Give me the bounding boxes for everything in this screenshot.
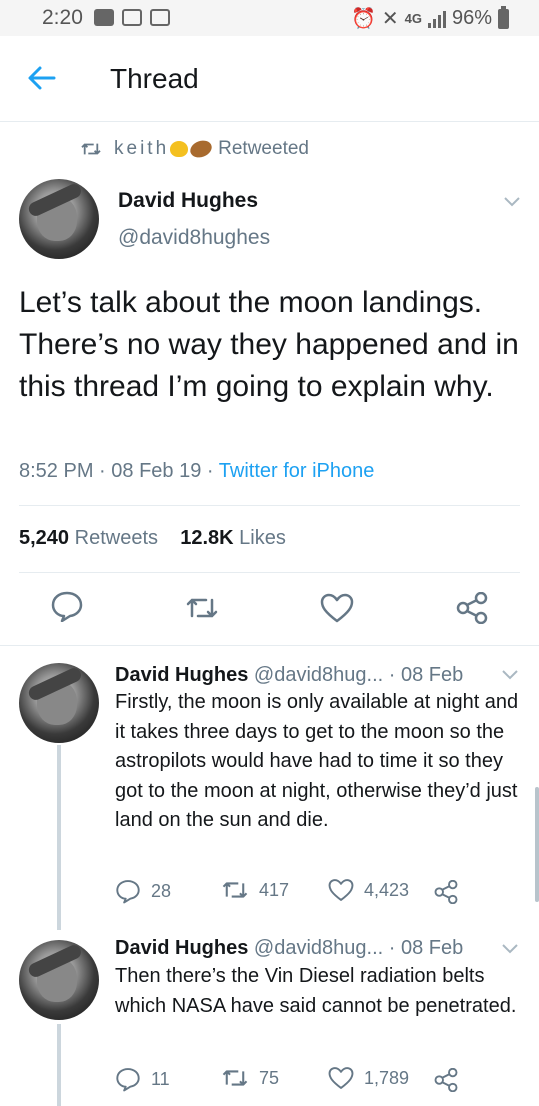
gallery-icon <box>122 9 142 26</box>
like-button[interactable]: 4,423 <box>328 878 409 902</box>
likes-label[interactable]: Likes <box>239 527 286 549</box>
reply-count: 11 <box>151 1068 170 1089</box>
author-handle[interactable]: @david8hug... <box>254 937 383 959</box>
alarm-icon: ⏰ <box>350 8 376 30</box>
thread-connector <box>57 745 61 930</box>
tweet-source-link[interactable]: Twitter for iPhone <box>219 460 375 482</box>
battery-icon <box>498 5 509 29</box>
status-time: 2:20 <box>42 6 83 29</box>
mute-icon: ✕ <box>381 8 399 30</box>
status-bar: 2:20 ⏰ ✕ 4G 96% <box>0 0 539 36</box>
potato-emoji-icon <box>188 137 215 161</box>
avatar[interactable] <box>19 179 99 259</box>
reply-actions: 11 75 1,789 <box>115 1066 535 1096</box>
author-handle[interactable]: @david8hughes <box>118 226 270 250</box>
reply-button[interactable]: 28 <box>115 878 171 904</box>
tweet-stats: 5,240 Retweets 12.8K Likes <box>19 527 286 550</box>
like-icon[interactable] <box>320 592 354 624</box>
reply-header[interactable]: David Hughes @david8hug... · 08 Feb <box>115 937 463 960</box>
reply-icon <box>116 1068 140 1092</box>
like-icon <box>328 879 354 901</box>
tweet-actions <box>0 588 539 628</box>
chick-emoji-icon <box>170 141 189 157</box>
like-icon <box>328 1067 354 1089</box>
tweet-text: Let’s talk about the moon landings. Ther… <box>19 286 519 403</box>
tweet-meta: 8:52 PM · 08 Feb 19 · Twitter for iPhone <box>19 460 375 482</box>
retweet-button[interactable]: 75 <box>221 1066 279 1090</box>
reply-icon <box>116 880 140 904</box>
reply-date: · 08 Feb <box>388 664 464 686</box>
reply-button[interactable]: 11 <box>115 1066 170 1092</box>
battery-percent: 96% <box>451 7 492 29</box>
share-icon[interactable] <box>455 592 489 624</box>
page-title: Thread <box>110 63 199 94</box>
retweets-count[interactable]: 5,240 <box>19 527 69 549</box>
retweet-icon[interactable] <box>185 592 219 624</box>
reply-count: 28 <box>151 880 172 901</box>
retweet-icon <box>222 1070 248 1086</box>
tweet-text: Firstly, the moon is only available at n… <box>115 691 519 831</box>
author-name[interactable]: David Hughes <box>118 189 258 213</box>
tweet-text: Then there’s the Vin Diesel radiation be… <box>115 965 517 1017</box>
chevron-down-icon[interactable] <box>502 944 518 954</box>
network-type: 4G <box>404 11 422 26</box>
author-name[interactable]: David Hughes <box>115 664 248 686</box>
retweet-icon <box>222 882 248 898</box>
like-count: 4,423 <box>364 879 410 900</box>
system-icons: ⏰ ✕ 4G 96% <box>350 5 509 31</box>
youtube-icon <box>94 9 114 26</box>
retweet-icon <box>81 143 101 155</box>
retweeted-label: Retweeted <box>218 138 309 159</box>
scrollbar[interactable] <box>535 787 539 902</box>
reply-header[interactable]: David Hughes @david8hug... · 08 Feb <box>115 664 463 687</box>
divider <box>0 645 539 646</box>
share-icon[interactable] <box>433 1068 459 1092</box>
author-handle[interactable]: @david8hug... <box>254 664 383 686</box>
avatar[interactable] <box>19 663 99 743</box>
retweets-label[interactable]: Retweets <box>75 527 158 549</box>
divider <box>19 572 520 573</box>
retweet-count: 75 <box>259 1067 280 1088</box>
retweet-count: 417 <box>259 879 290 900</box>
app-header: Thread <box>0 36 539 122</box>
author-name[interactable]: David Hughes <box>115 937 248 959</box>
like-button[interactable]: 1,789 <box>328 1066 409 1090</box>
signal-icon <box>427 10 446 28</box>
reply-actions: 28 417 4,423 <box>115 878 535 908</box>
retweeter-name: keith <box>114 138 170 159</box>
divider <box>19 505 520 506</box>
tweet-time: 8:52 PM <box>19 460 94 482</box>
reply-date: · 08 Feb <box>388 937 464 959</box>
likes-count[interactable]: 12.8K <box>180 527 233 549</box>
notification-icons <box>94 9 170 26</box>
news-icon <box>150 9 170 26</box>
chevron-down-icon[interactable] <box>502 670 518 680</box>
retweet-banner[interactable]: keith Retweeted <box>80 137 309 161</box>
avatar[interactable] <box>19 940 99 1020</box>
reply-icon[interactable] <box>50 590 84 622</box>
share-icon[interactable] <box>433 880 459 904</box>
like-count: 1,789 <box>364 1067 410 1088</box>
chevron-down-icon[interactable] <box>504 197 520 207</box>
back-arrow-icon[interactable] <box>24 60 60 96</box>
retweet-button[interactable]: 417 <box>221 878 289 902</box>
thread-connector <box>57 1024 61 1106</box>
tweet-date: 08 Feb 19 <box>111 460 202 482</box>
